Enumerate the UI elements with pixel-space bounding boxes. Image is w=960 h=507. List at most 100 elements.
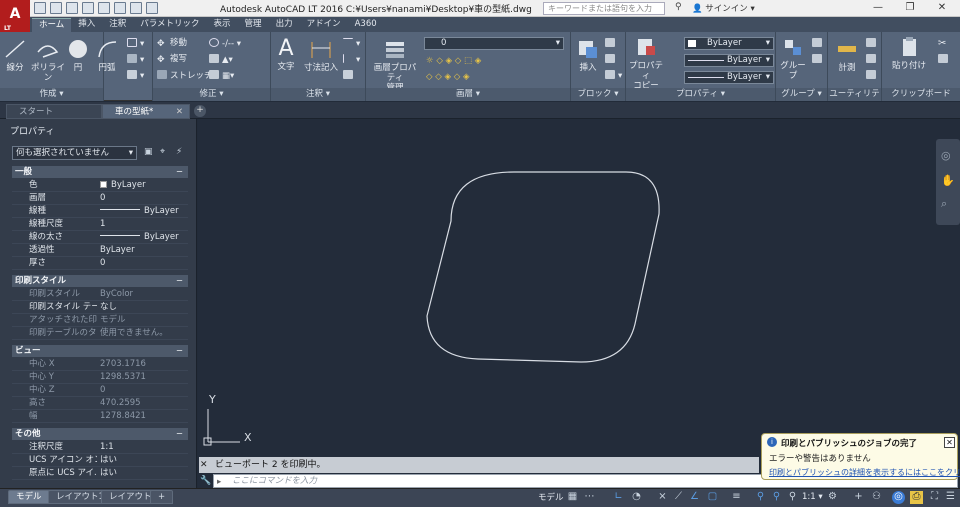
stretch-tool[interactable]: ストレッチ: [157, 70, 213, 82]
arc-tool[interactable]: 円弧: [95, 38, 119, 73]
color-dropdown[interactable]: ByLayer ▾: [684, 37, 774, 50]
property-row[interactable]: 高さ 470.2595: [12, 397, 188, 410]
tab-home[interactable]: ホーム: [32, 18, 72, 32]
isodraft-icon[interactable]: ⟋: [672, 491, 685, 504]
notification-details-link[interactable]: 印刷とパブリッシュの詳細を表示するにはここをクリック...: [769, 467, 960, 478]
collapse-icon[interactable]: −: [176, 275, 183, 287]
layer-tools-row1[interactable]: ☼ ◇ ◈ ◇ ⬚ ◈: [426, 56, 481, 67]
customization-menu-icon[interactable]: ☰: [944, 491, 957, 504]
property-row[interactable]: アタッチされた印...モデル: [12, 314, 188, 327]
property-row[interactable]: 幅 1278.8421: [12, 410, 188, 423]
car-template-outline[interactable]: [426, 171, 660, 363]
tab-output[interactable]: 出力: [269, 18, 300, 32]
select-all-tool[interactable]: [866, 54, 879, 66]
insert-block-tool[interactable]: 挿入: [575, 38, 601, 73]
layout-tab-model[interactable]: モデル: [8, 490, 50, 504]
linetype-dropdown[interactable]: ByLayer ▾: [684, 54, 774, 67]
property-row[interactable]: 線の太さ ByLayer: [12, 231, 188, 244]
leader-tool[interactable]: ▾: [343, 54, 360, 66]
workspace-dropdown-icon[interactable]: [146, 2, 158, 14]
measure-tool[interactable]: 計測: [830, 38, 864, 73]
signin-button[interactable]: 👤 サインイン ▾: [692, 2, 755, 14]
select-objects-icon[interactable]: ⌖: [160, 147, 171, 158]
lineweight-icon[interactable]: ∠: [688, 491, 701, 504]
tab-insert[interactable]: 挿入: [71, 18, 102, 32]
dimension-tool[interactable]: 寸法記入: [301, 38, 341, 73]
text-tool[interactable]: A 文字: [274, 36, 298, 72]
lineweight-dropdown[interactable]: ByLayer ▾: [684, 71, 774, 84]
quick-select-tool[interactable]: [866, 38, 879, 50]
panel-utilities-title[interactable]: ユーティリティ ▾: [828, 88, 881, 111]
tab-a360[interactable]: A360: [348, 18, 384, 32]
property-row[interactable]: 中心 Y 1298.5371: [12, 371, 188, 384]
property-section-header[interactable]: ビュー −: [12, 345, 188, 357]
tab-drawing[interactable]: 車の型紙* ✕: [102, 104, 190, 119]
undo-icon[interactable]: [114, 2, 126, 14]
property-row[interactable]: 印刷スタイル テー...なし: [12, 301, 188, 314]
tab-view[interactable]: 表示: [207, 18, 238, 32]
binoculars-icon[interactable]: ⚲: [675, 2, 687, 14]
panel-groups-title[interactable]: グループ ▾: [776, 88, 827, 101]
move-tool[interactable]: ✥ 移動: [157, 38, 187, 49]
isolate-objects-icon[interactable]: ⚇: [870, 491, 883, 504]
plot-status-icon[interactable]: ⎙: [910, 491, 923, 504]
layer-tools-row2[interactable]: ◇ ◇ ◈ ◇ ◈: [426, 72, 470, 83]
property-row[interactable]: 中心 X 2703.1716: [12, 358, 188, 371]
layer-dropdown[interactable]: 0 ▾: [424, 37, 564, 50]
quick-select-icon[interactable]: ⚡: [176, 147, 187, 158]
property-row[interactable]: UCS アイコン オン はい: [12, 454, 188, 467]
minimize-icon[interactable]: —: [862, 0, 894, 17]
new-file-icon[interactable]: [34, 2, 46, 14]
group-tool[interactable]: グループ: [778, 36, 808, 81]
create-block-tool[interactable]: [605, 38, 618, 50]
property-row[interactable]: 色 ByLayer: [12, 179, 188, 192]
property-row[interactable]: 線種 ByLayer: [12, 205, 188, 218]
add-layout-tab[interactable]: +: [150, 490, 174, 504]
panel-modify-title[interactable]: 修正 ▾: [153, 88, 270, 101]
annotation-visibility-icon[interactable]: ⚲: [754, 491, 767, 504]
application-menu-button[interactable]: A LT: [0, 0, 30, 34]
open-file-icon[interactable]: [50, 2, 62, 14]
steering-wheel-icon[interactable]: ◎: [941, 149, 955, 163]
transparency-icon[interactable]: ▢: [706, 491, 719, 504]
collapse-icon[interactable]: −: [176, 345, 183, 357]
tab-addins[interactable]: アドイン: [300, 18, 348, 32]
close-commandline-icon[interactable]: ✕: [200, 460, 209, 471]
property-row[interactable]: 印刷スタイル ByColor: [12, 288, 188, 301]
panel-layers-title[interactable]: 画層 ▾: [366, 88, 570, 101]
property-section-header[interactable]: 一般 −: [12, 166, 188, 178]
mirror-tool[interactable]: ▲▾: [209, 54, 233, 66]
table-tool[interactable]: ▾: [127, 70, 144, 82]
save-as-icon[interactable]: [82, 2, 94, 14]
panel-clipboard-title[interactable]: クリップボード: [882, 88, 960, 101]
auto-scale-icon[interactable]: ⚲: [770, 491, 783, 504]
plot-icon[interactable]: [98, 2, 110, 14]
annotation-scale-icon[interactable]: ⚲: [786, 491, 799, 504]
panel-annotation-title[interactable]: 注釈 ▾: [271, 88, 365, 101]
collapse-icon[interactable]: −: [176, 166, 183, 178]
property-row[interactable]: 線種尺度 1: [12, 218, 188, 231]
customize-wrench-icon[interactable]: 🔧: [200, 476, 211, 486]
close-notification-icon[interactable]: ✕: [944, 437, 955, 448]
group-edit-tool[interactable]: [812, 54, 825, 66]
property-row[interactable]: 厚さ 0: [12, 257, 188, 270]
annotation-monitor-icon[interactable]: +: [852, 491, 865, 504]
save-icon[interactable]: [66, 2, 78, 14]
property-row[interactable]: 印刷テーブルのタ...使用できません。: [12, 327, 188, 340]
collapse-icon[interactable]: −: [176, 428, 183, 440]
redo-icon[interactable]: [130, 2, 142, 14]
copy-tool[interactable]: ✥ 複写: [157, 54, 187, 65]
block-attr-tool[interactable]: ▾: [605, 70, 622, 82]
zoom-extents-icon[interactable]: ⌕: [941, 197, 955, 211]
paste-tool[interactable]: 貼り付け: [886, 36, 932, 71]
property-section-header[interactable]: 印刷スタイル −: [12, 275, 188, 287]
polar-icon[interactable]: ◔: [630, 491, 643, 504]
selection-cycling-icon[interactable]: ≡: [730, 491, 743, 504]
linear-dim-tool[interactable]: ▾: [343, 38, 360, 50]
hardware-acceleration-icon[interactable]: ◎: [892, 491, 905, 504]
panel-properties-title[interactable]: プロパティ ▾: [626, 88, 775, 101]
calculator-tool[interactable]: [866, 70, 879, 82]
grid-icon[interactable]: ▦: [566, 491, 579, 504]
selection-dropdown[interactable]: 何も選択されていません ▾: [12, 146, 137, 160]
ungroup-tool[interactable]: [812, 38, 825, 50]
